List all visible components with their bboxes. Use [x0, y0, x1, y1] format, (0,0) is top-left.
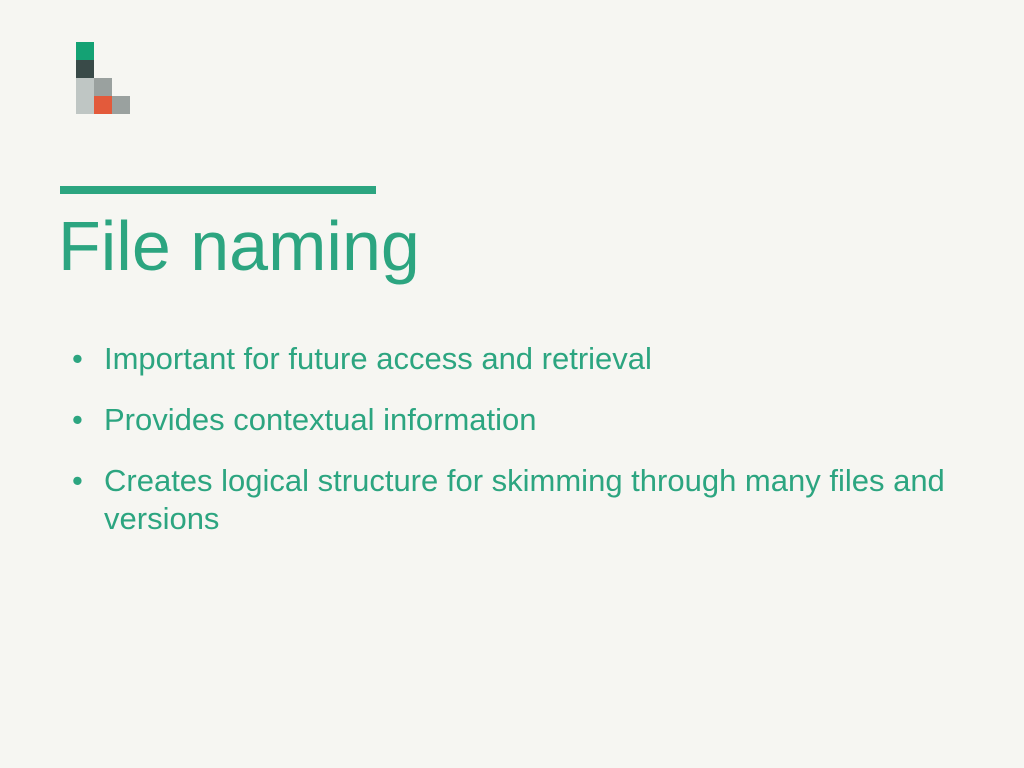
- list-item: Important for future access and retrieva…: [60, 340, 964, 379]
- list-item: Provides contextual information: [60, 401, 964, 440]
- slide-title: File naming: [58, 206, 420, 286]
- bullet-text: Important for future access and retrieva…: [104, 341, 652, 376]
- logo-mark: [76, 42, 130, 132]
- bullet-list: Important for future access and retrieva…: [60, 340, 964, 561]
- bullet-text: Provides contextual information: [104, 402, 537, 437]
- slide: File naming Important for future access …: [0, 0, 1024, 768]
- list-item: Creates logical structure for skimming t…: [60, 462, 964, 540]
- bullet-text: Creates logical structure for skimming t…: [104, 463, 945, 537]
- title-divider: [60, 186, 376, 194]
